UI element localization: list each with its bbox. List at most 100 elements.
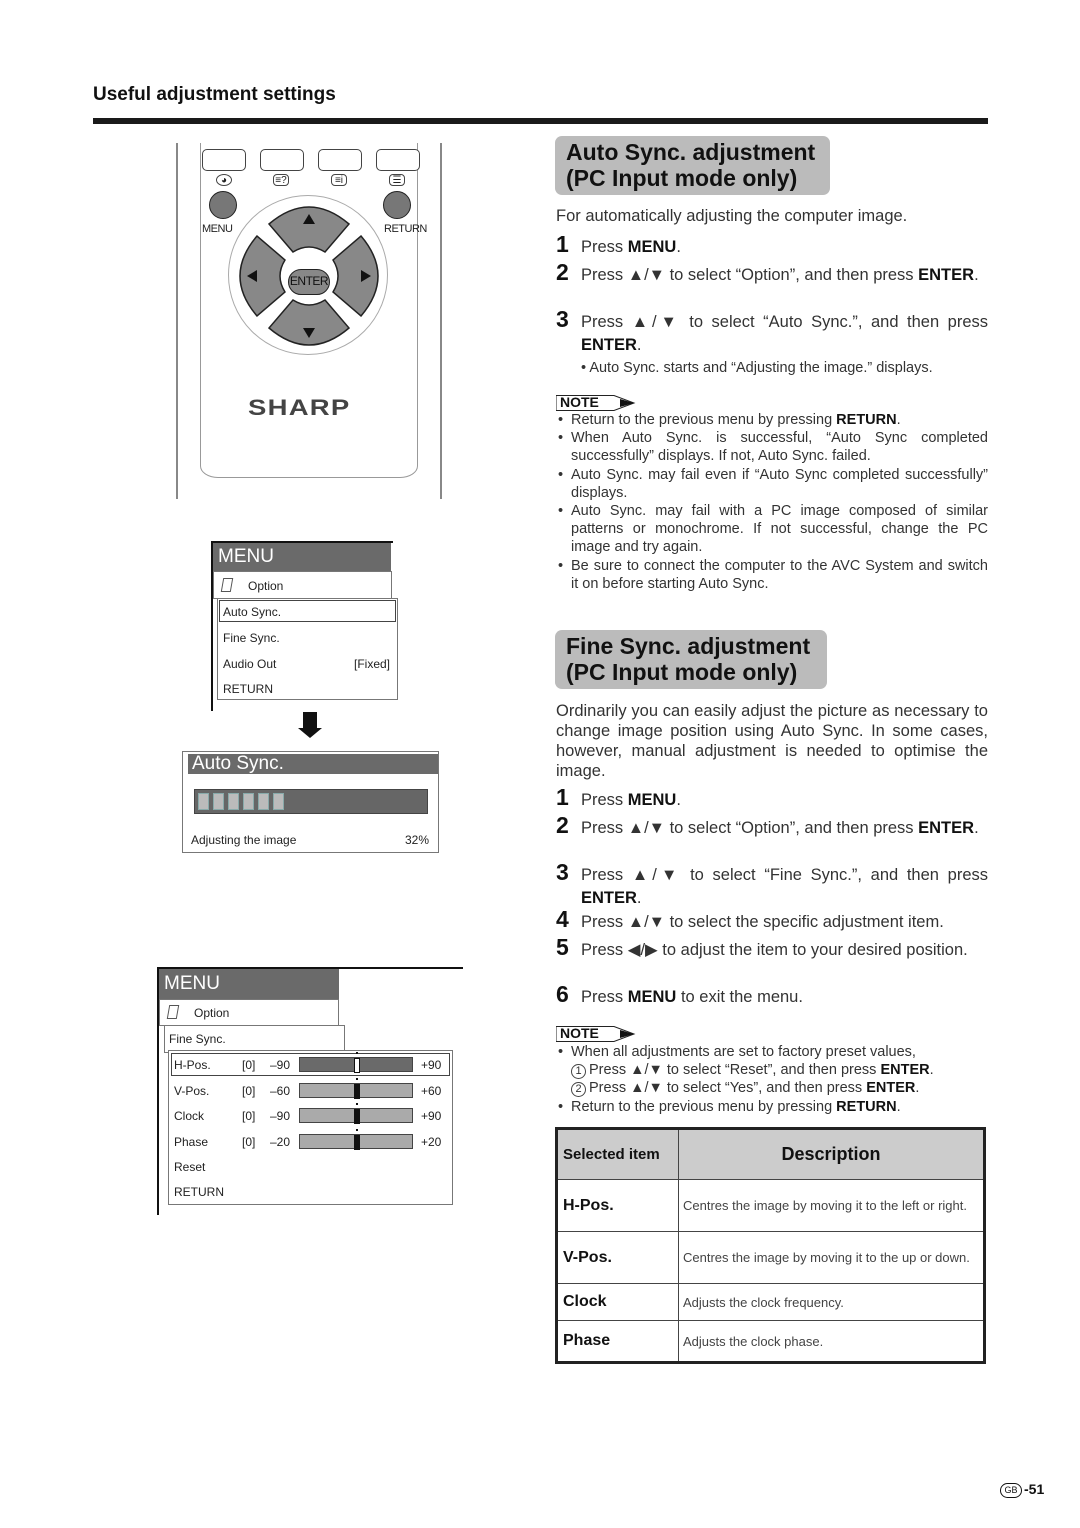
function-button-2[interactable] <box>260 149 304 171</box>
step-text: Press ▲/▼ to select “Fine Sync.”, and th… <box>581 864 988 910</box>
step-text: Press MENU to exit the menu. <box>581 986 988 1009</box>
step-suffix: . <box>636 889 642 907</box>
left-button[interactable] <box>239 234 286 318</box>
note-sub-key: ENTER <box>866 1080 916 1097</box>
remote-left-edge <box>176 143 178 499</box>
step-number: 2 <box>556 259 569 285</box>
menu-item-reset[interactable]: Reset <box>174 1160 205 1174</box>
option-icon <box>166 1005 180 1019</box>
note-text: Return to the previous menu by pressing <box>571 412 837 428</box>
note-text: Auto Sync. may fail even if “Auto Sync c… <box>571 466 988 501</box>
step-number: 1 <box>556 784 569 810</box>
function-button-4[interactable] <box>376 149 420 171</box>
slider-knob[interactable] <box>354 1109 360 1124</box>
step-text: Press MENU. <box>581 236 988 259</box>
step-key: MENU <box>627 988 677 1006</box>
circled-number-icon: 1 <box>571 1064 586 1080</box>
auto-sync-panel-title: Auto Sync. <box>188 754 438 774</box>
slider-knob[interactable] <box>354 1058 360 1073</box>
page-number-text: -51 <box>1024 1481 1045 1497</box>
slider-max-label: +60 <box>421 1083 442 1098</box>
slider-knob[interactable] <box>354 1134 360 1150</box>
table-row: Phase Adjusts the clock phase. <box>556 1320 985 1363</box>
enter-button[interactable]: ENTER <box>288 269 330 295</box>
adjustment-slider[interactable] <box>299 1052 413 1073</box>
note-text: Auto Sync. may fail with a PC image comp… <box>571 503 988 556</box>
step-suffix: . <box>636 336 642 354</box>
step-key: ENTER <box>581 889 637 907</box>
menu-item-return[interactable]: RETURN <box>223 682 273 696</box>
step-number: 3 <box>556 306 569 332</box>
menu-item-fine-sync[interactable]: Fine Sync. <box>223 631 280 645</box>
note-sub-text: Press ▲/▼ to select “Reset”, and then pr… <box>589 1062 881 1079</box>
cell-selected-item: Phase <box>556 1320 679 1363</box>
note-text: When all adjustments are set to factory … <box>571 1044 916 1060</box>
fine-sync-item-clock[interactable]: Clock <box>174 1109 204 1123</box>
fine-sync-step: 5 Press ◀/▶ to adjust the item to your de… <box>556 936 988 962</box>
progress-segment <box>243 793 254 810</box>
note-subitem: 2 Press ▲/▼ to select “Yes”, and then pre… <box>556 1079 988 1098</box>
adjustment-slider[interactable] <box>299 1077 413 1099</box>
step-suffix: . <box>676 791 681 809</box>
progress-segment <box>198 793 209 810</box>
down-button[interactable] <box>267 299 351 346</box>
fine-sync-step: 4 Press ▲/▼ to select the specific adjust… <box>556 908 988 934</box>
option-category[interactable]: Option <box>213 571 392 599</box>
menu-item-auto-sync[interactable]: Auto Sync. <box>223 605 281 619</box>
note-key: RETURN <box>836 1098 897 1115</box>
slider-max-label: +90 <box>421 1109 442 1123</box>
function-button-1[interactable] <box>202 149 246 171</box>
step-text: Press ▲/▼ to select “Option”, and then p… <box>581 819 919 837</box>
item-value: [0] <box>242 1134 256 1149</box>
fine-sync-item-hpos[interactable]: H-Pos. <box>174 1058 211 1072</box>
menu-item-audio-out[interactable]: Audio Out <box>223 657 276 671</box>
slider-min-label: –60 <box>270 1083 291 1098</box>
note-label: NOTE <box>560 394 599 410</box>
note-item: Return to the previous menu by pressing … <box>556 411 988 429</box>
center-dot-icon <box>356 1103 358 1105</box>
note-subitem: 1 Press ▲/▼ to select “Reset”, and then p… <box>556 1061 988 1080</box>
brand-logo: SHARP <box>248 395 351 420</box>
remote-right-edge <box>440 143 442 499</box>
column-header-selected-item: Selected item <box>556 1128 679 1180</box>
note-text: Return to the previous menu by pressing <box>571 1098 837 1115</box>
adjustment-slider[interactable] <box>299 1128 413 1150</box>
menu-list-icon: ☰ <box>389 174 405 186</box>
adjustment-slider[interactable] <box>299 1103 413 1124</box>
cell-description: Adjusts the clock frequency. <box>678 1283 985 1321</box>
fine-sync-header[interactable]: Fine Sync. <box>164 1025 345 1053</box>
page-number: GB -51 <box>1000 1481 1044 1498</box>
auto-sync-percent: 32% <box>404 833 429 847</box>
option-category[interactable]: Option <box>159 999 339 1026</box>
step-text: Press ▲/▼ to select “Option”, and then p… <box>581 264 988 287</box>
up-button[interactable] <box>267 206 351 253</box>
slider-knob[interactable] <box>354 1083 360 1099</box>
auto-sync-progress-bar <box>194 789 428 814</box>
region-badge-icon: GB <box>1000 1482 1022 1498</box>
auto-sync-notes: Return to the previous menu by pressing … <box>556 411 988 593</box>
note-key: RETURN <box>836 412 897 428</box>
section-title: Useful adjustment settings <box>93 84 336 105</box>
color-icon: ◕ <box>216 174 232 186</box>
step-text: Press ◀/▶ to adjust the item to your des… <box>581 941 968 959</box>
fine-sync-heading-line2: (PC Input mode only) <box>566 659 798 685</box>
step-key: ENTER <box>581 336 637 354</box>
fine-sync-item-phase[interactable]: Phase <box>174 1135 208 1149</box>
info-icon: ≡i <box>331 174 347 186</box>
fine-sync-step: 2 Press ▲/▼ to select “Option”, and then … <box>556 814 988 840</box>
step-key: ENTER <box>918 819 975 837</box>
note-text: Be sure to connect the computer to the A… <box>571 557 988 592</box>
function-button-3[interactable] <box>318 149 362 171</box>
auto-sync-heading-line1: Auto Sync. adjustment <box>566 139 816 165</box>
option-label: Option <box>248 579 284 593</box>
right-button[interactable] <box>332 234 379 318</box>
step-suffix: . <box>974 819 979 837</box>
transition-arrow-icon <box>298 712 322 738</box>
menu-item-return[interactable]: RETURN <box>174 1185 224 1199</box>
center-dot-icon <box>356 1128 358 1131</box>
step-suffix: . <box>676 238 681 256</box>
step-key: ENTER <box>918 266 975 284</box>
cell-description: Adjusts the clock phase. <box>678 1320 985 1363</box>
fine-sync-item-vpos[interactable]: V-Pos. <box>174 1084 209 1098</box>
slider-min-label: –20 <box>270 1134 291 1149</box>
